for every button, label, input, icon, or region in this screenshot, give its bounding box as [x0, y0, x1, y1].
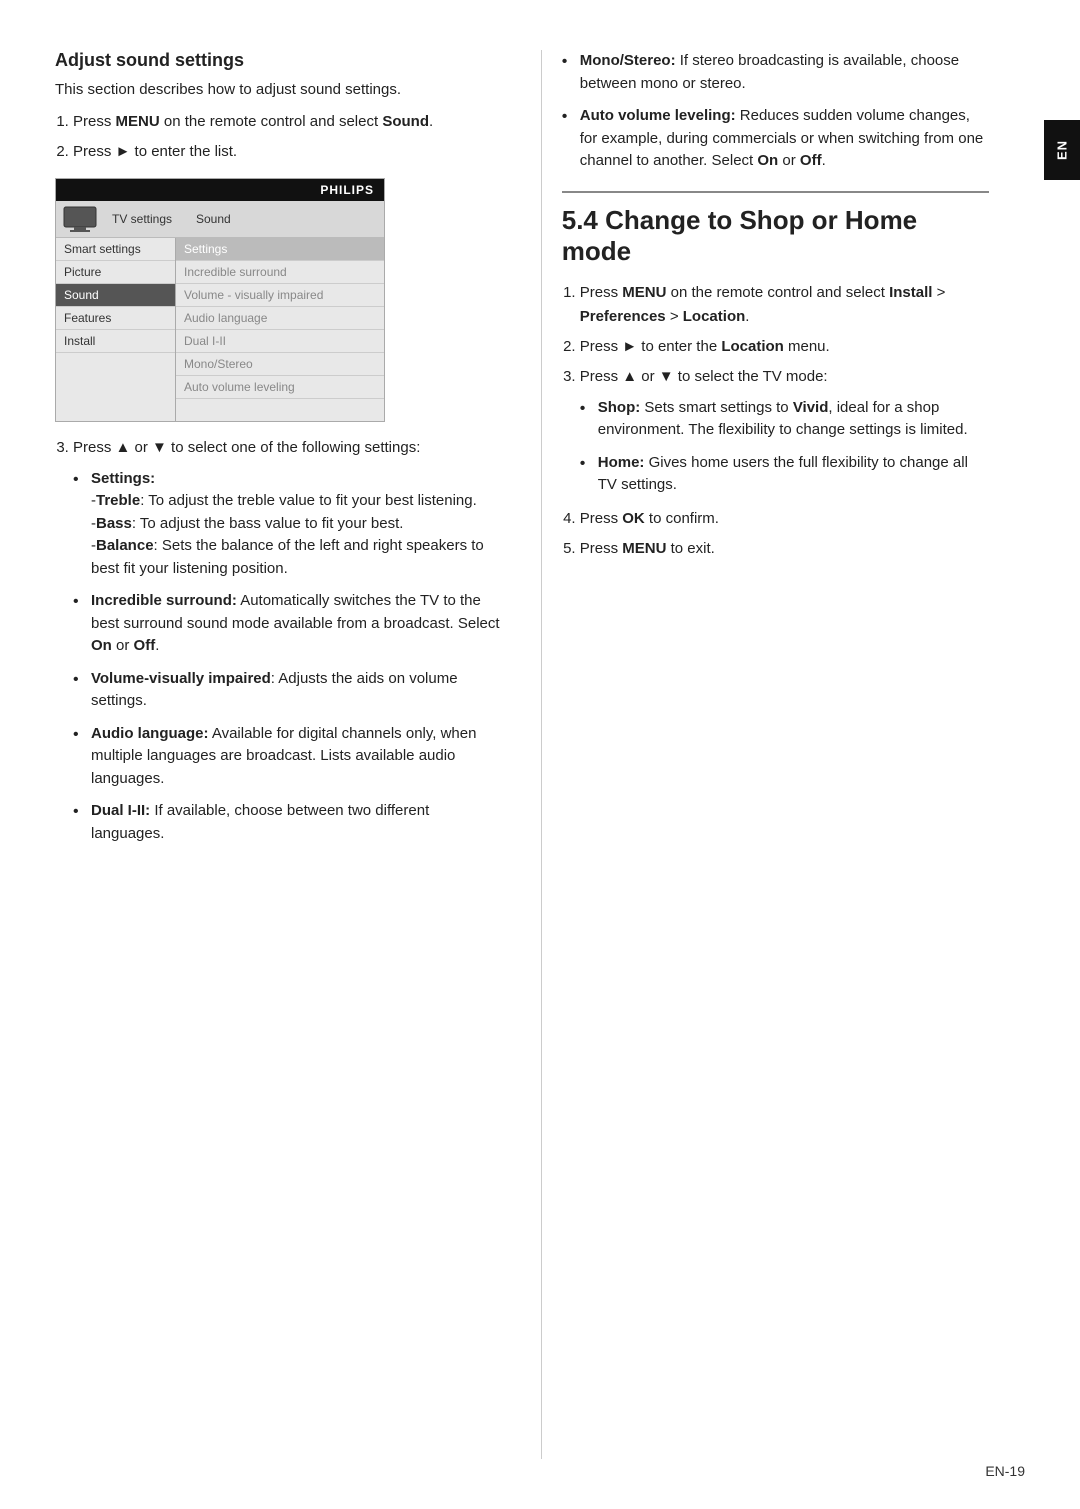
chapter-heading: 5.4 Change to Shop or Home mode [562, 205, 989, 267]
tv-left-empty2 [56, 375, 175, 397]
tv-monitor-icon [62, 205, 98, 233]
side-tab-label: EN [1055, 140, 1070, 160]
tv-right-incredible: Incredible surround [176, 261, 384, 284]
shop-home-steps: Press MENU on the remote control and sel… [580, 281, 989, 561]
tv-right-empty1 [176, 399, 384, 421]
tv-brand-label: PHILIPS [320, 183, 374, 197]
tv-brand-bar: PHILIPS [56, 179, 384, 201]
tv-screenshot: PHILIPS TV settings Sound [55, 178, 385, 422]
shop-step-4: Press OK to confirm. [580, 507, 989, 531]
bullet-auto-vol: Auto volume leveling: Reduces sudden vol… [562, 105, 989, 173]
bullet-home: Home: Gives home users the full flexibil… [580, 452, 989, 497]
incredible-label: Incredible surround: [91, 592, 237, 609]
mono-stereo-label: Mono/Stereo: [580, 52, 676, 69]
audio-lang-label: Audio language: [91, 725, 209, 742]
intro-text: This section describes how to adjust sou… [55, 79, 501, 102]
step3-list: Press ▲ or ▼ to select one of the follow… [73, 436, 501, 846]
dual-label: Dual I-II: [91, 802, 150, 819]
bullet-shop: Shop: Sets smart settings to Vivid, idea… [580, 397, 989, 442]
tv-right-auto-vol: Auto volume leveling [176, 376, 384, 399]
tv-right-dual: Dual I-II [176, 330, 384, 353]
left-column: Adjust sound settings This section descr… [55, 50, 541, 1459]
settings-bullet-list: Settings: -Treble: To adjust the treble … [73, 468, 501, 846]
shop-step-3: Press ▲ or ▼ to select the TV mode: Shop… [580, 365, 989, 497]
tv-left-picture: Picture [56, 261, 175, 284]
tv-body: Smart settings Picture Sound Features In… [56, 238, 384, 421]
side-tab: EN [1044, 120, 1080, 180]
balance-text: -Balance: Sets the balance of the left a… [91, 537, 484, 577]
bass-text: -Bass: To adjust the bass value to fit y… [91, 515, 403, 532]
tv-header-right: Sound [188, 208, 384, 230]
tv-right-volume-impaired: Volume - visually impaired [176, 284, 384, 307]
tv-icon-area: TV settings Sound [56, 201, 384, 238]
step1-sound-bold: Sound [382, 113, 429, 130]
top-bullet-list: Mono/Stereo: If stereo broadcasting is a… [562, 50, 989, 173]
section-divider [562, 191, 989, 193]
bullet-mono-stereo: Mono/Stereo: If stereo broadcasting is a… [562, 50, 989, 95]
tv-right-mono: Mono/Stereo [176, 353, 384, 376]
bullet-incredible: Incredible surround: Automatically switc… [73, 590, 501, 658]
section-title: Adjust sound settings [55, 50, 501, 71]
tv-left-smart-settings: Smart settings [56, 238, 175, 261]
chapter-title: Change to Shop or Home mode [562, 205, 917, 266]
tv-left-sound: Sound [56, 284, 175, 307]
tv-left-features: Features [56, 307, 175, 330]
step1-menu-bold: MENU [116, 113, 160, 130]
page-number: EN-19 [985, 1463, 1025, 1479]
bullet-audio-lang: Audio language: Available for digital ch… [73, 723, 501, 791]
tv-header-left: TV settings [104, 208, 188, 230]
tv-right-settings: Settings [176, 238, 384, 261]
step-3: Press ▲ or ▼ to select one of the follow… [73, 436, 501, 846]
chapter-number: 5.4 [562, 205, 598, 235]
step-1: Press MENU on the remote control and sel… [73, 110, 501, 134]
settings-label: Settings: [91, 470, 155, 487]
tv-left-empty1 [56, 353, 175, 375]
mode-bullet-list: Shop: Sets smart settings to Vivid, idea… [580, 397, 989, 497]
tv-left-menu: Smart settings Picture Sound Features In… [56, 238, 176, 421]
tv-right-audio-lang: Audio language [176, 307, 384, 330]
bullet-dual: Dual I-II: If available, choose between … [73, 800, 501, 845]
steps-list: Press MENU on the remote control and sel… [73, 110, 501, 164]
step3-intro: Press ▲ or ▼ to select one of the follow… [73, 439, 420, 456]
bullet-settings: Settings: -Treble: To adjust the treble … [73, 468, 501, 581]
shop-step-1: Press MENU on the remote control and sel… [580, 281, 989, 329]
treble-text: -Treble: To adjust the treble value to f… [91, 492, 477, 509]
shop-step-5: Press MENU to exit. [580, 537, 989, 561]
volume-impaired-label: Volume-visually impaired [91, 670, 271, 687]
bullet-volume-impaired: Volume-visually impaired: Adjusts the ai… [73, 668, 501, 713]
right-column: Mono/Stereo: If stereo broadcasting is a… [542, 50, 989, 1459]
tv-left-install: Install [56, 330, 175, 353]
step-2: Press ► to enter the list. [73, 140, 501, 164]
shop-step-2: Press ► to enter the Location menu. [580, 335, 989, 359]
tv-right-menu: Settings Incredible surround Volume - vi… [176, 238, 384, 421]
auto-vol-label: Auto volume leveling: [580, 107, 736, 124]
